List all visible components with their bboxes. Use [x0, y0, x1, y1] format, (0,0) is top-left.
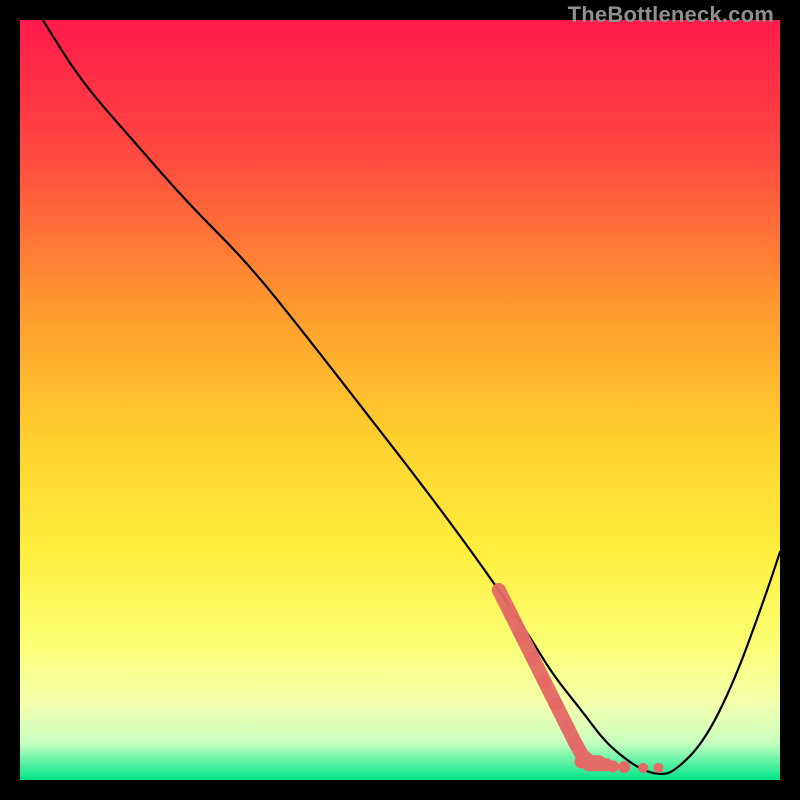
- marker-dot: [653, 763, 663, 773]
- bottleneck-chart: [20, 20, 780, 780]
- watermark: TheBottleneck.com: [568, 2, 774, 28]
- marker-dot: [618, 761, 630, 773]
- gradient-background: [20, 20, 780, 780]
- chart-frame: [20, 20, 780, 780]
- marker-dot: [607, 760, 619, 772]
- marker-dot: [638, 763, 648, 773]
- plot-area: [20, 20, 780, 780]
